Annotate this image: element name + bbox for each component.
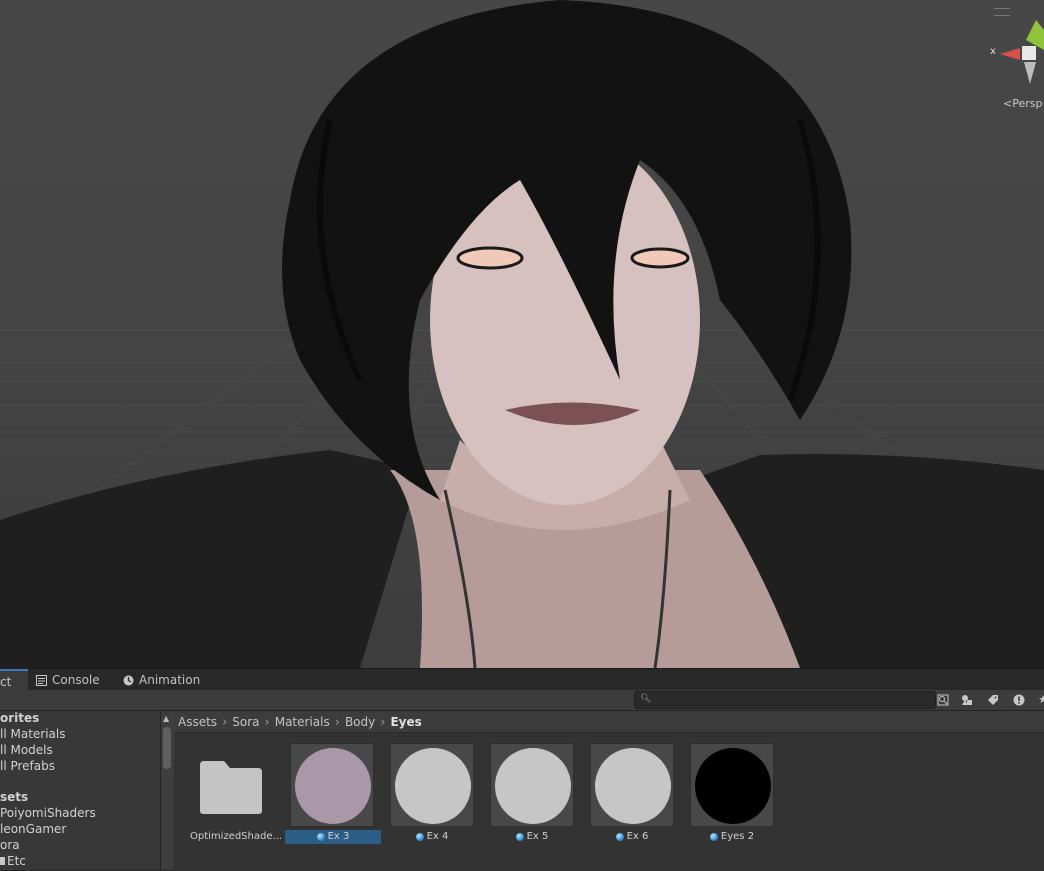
asset-label: Ex 6 [590,830,674,844]
material-icon [615,833,624,841]
sidebar-item-sora[interactable]: ora [0,837,20,853]
material-preview [490,743,574,827]
tab-console[interactable]: Console [36,669,100,691]
material-preview [290,743,374,827]
breadcrumb-body[interactable]: Body [345,715,375,729]
asset-grid: OptimizedShade... Ex 3 Ex 4 Ex 5 Ex 6 Ey… [174,732,1044,871]
label-icon[interactable] [984,691,1002,708]
scroll-up-icon[interactable]: ▲ [163,714,169,723]
project-content: Assets › Sora › Materials › Body › Eyes … [174,711,1044,871]
projection-label[interactable]: <Persp [1003,97,1042,110]
material-icon [316,833,325,841]
sidebar-item-prefabs[interactable]: ll Prefabs [0,758,55,774]
project-sidebar: orites ll Materials ll Models ll Prefabs… [0,711,161,870]
material-sphere [395,748,471,824]
info-icon[interactable] [1010,691,1028,708]
breadcrumb-materials[interactable]: Materials [275,715,330,729]
breadcrumb-sora[interactable]: Sora [232,715,259,729]
sidebar-item-models[interactable]: ll Models [0,742,53,758]
material-sphere [295,748,371,824]
chevron-right-icon: › [264,714,270,730]
chevron-right-icon: › [222,714,228,730]
material-sphere [695,748,771,824]
star-icon[interactable]: ★ [1034,691,1044,708]
project-toolbar: 🔍︎ ★ [0,690,1044,711]
sidebar-item-etc[interactable]: Etc [0,853,26,869]
material-sphere [595,748,671,824]
sidebar-item-materials[interactable]: ll Materials [0,726,65,742]
asset-label: Ex 4 [390,830,474,844]
material-preview [390,743,474,827]
sidebar-item-etc-label: Etc [7,854,26,868]
gizmo-x-label: x [990,46,996,57]
tab-animation-label: Animation [139,673,201,687]
bottom-tab-bar: ct Console Animation [0,668,1044,692]
search-input[interactable]: 🔍︎ [634,691,936,709]
scene-render [0,0,1044,668]
tab-project-label: ct [0,674,12,689]
scrollbar-thumb[interactable] [163,727,171,769]
favorites-header[interactable]: orites [0,711,39,726]
asset-label: Ex 3 [285,830,381,844]
material-icon [515,833,524,841]
search-by-type-icon[interactable] [934,691,952,708]
material-preview [690,743,774,827]
breadcrumb: Assets › Sora › Materials › Body › Eyes [178,713,422,731]
chevron-right-icon: › [380,714,386,730]
material-icon [709,833,718,841]
assets-header[interactable]: sets [0,789,28,805]
material-preview [590,743,674,827]
breadcrumb-eyes[interactable]: Eyes [390,715,421,729]
tab-console-label: Console [52,673,100,687]
sidebar-scrollbar[interactable]: ▲ [161,711,174,870]
breadcrumb-assets[interactable]: Assets [178,715,217,729]
filter-icon[interactable] [958,691,976,708]
material-icon [415,833,424,841]
orientation-gizmo[interactable]: x <Persp [984,0,1044,120]
chevron-right-icon: › [334,714,340,730]
search-icon: 🔍︎ [640,694,652,704]
asset-label: Ex 5 [490,830,574,844]
tab-project[interactable]: ct [0,669,28,692]
console-icon [36,674,47,686]
asset-label: OptimizedShade... [190,831,283,842]
material-sphere [495,748,571,824]
folder-icon [0,857,5,865]
scene-view[interactable]: x <Persp [0,0,1044,668]
animation-icon [123,675,134,685]
folder-icon [200,761,262,814]
tab-animation[interactable]: Animation [123,669,200,691]
asset-label: Eyes 2 [690,830,774,844]
sidebar-item-poiyomi[interactable]: PoiyomiShaders [0,805,96,821]
sidebar-item-leongamer[interactable]: leonGamer [0,821,66,837]
